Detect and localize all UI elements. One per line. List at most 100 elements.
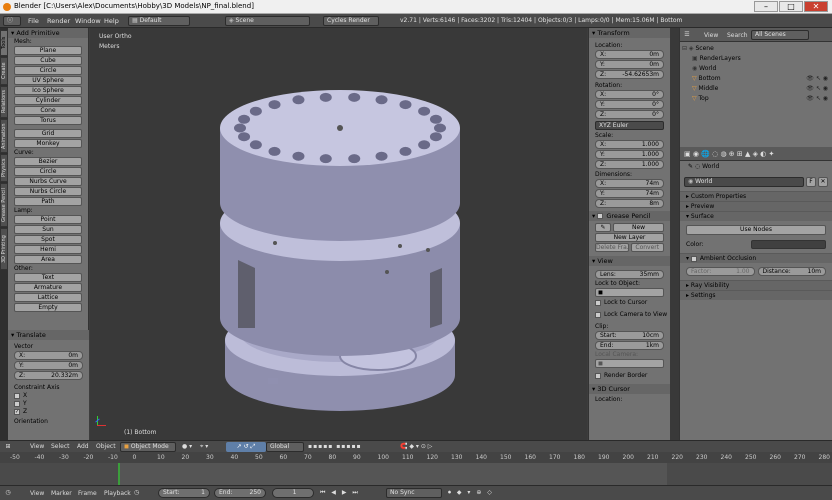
add-curve-button[interactable]: Path (14, 197, 82, 206)
tab-3d-printing[interactable]: 3D Printing (0, 228, 8, 270)
add-primitive-header[interactable]: ▾ Add Primitive (8, 28, 88, 38)
constraint-axis-checkbox[interactable]: ✓ (14, 408, 20, 415)
tab-create[interactable]: Create (0, 57, 8, 85)
playback-controls-icon[interactable]: ⏮ ◀ ▶ ⏭ (320, 489, 360, 497)
end-frame-field[interactable]: End: 250 (214, 488, 266, 498)
surface-header[interactable]: ▾ Surface (680, 211, 832, 221)
menu-view[interactable]: View (30, 443, 44, 450)
outliner-item[interactable]: ▣ RenderLayers (680, 54, 832, 64)
add-lamp-button[interactable]: Sun (14, 225, 82, 234)
custom-properties-header[interactable]: ▸ Custom Properties (680, 191, 832, 201)
add-mesh-button[interactable]: Cylinder (14, 96, 82, 105)
clip-end-field[interactable]: End: 1km (595, 341, 664, 350)
add-other-button[interactable]: Armature (14, 283, 82, 292)
loc-z-field[interactable]: Z: -54.62653m (595, 70, 664, 79)
dim-y-field[interactable]: Y: 74m (595, 189, 664, 198)
ambient-occlusion-header[interactable]: ▾ Ambient Occlusion (680, 253, 832, 263)
pivot-point-icon[interactable]: ⌖ ▾ (200, 443, 208, 451)
outliner-search-menu[interactable]: Search (727, 32, 748, 39)
rotation-mode-selector[interactable]: XYZ Euler (595, 121, 664, 130)
add-mesh-button[interactable]: Cone (14, 106, 82, 115)
fake-user-button[interactable]: F (806, 177, 816, 187)
loc-x-field[interactable]: X: 0m (595, 50, 664, 59)
local-camera-field[interactable]: ◼ (595, 359, 664, 368)
preview-header[interactable]: ▸ Preview (680, 201, 832, 211)
close-button[interactable]: ✕ (804, 1, 828, 12)
add-lamp-button[interactable]: Spot (14, 235, 82, 244)
shading-selector-icon[interactable]: ● ▾ (182, 443, 192, 450)
add-mesh-button[interactable]: Grid (14, 129, 82, 138)
transform-header[interactable]: ▾ Transform (589, 28, 670, 38)
visibility-toggle-icons[interactable]: 👁 ↖ ◉ (806, 74, 828, 84)
lock-cursor-checkbox[interactable] (595, 299, 601, 306)
new-layer-button[interactable]: New Layer (595, 233, 664, 242)
menu-add[interactable]: Add (77, 443, 89, 450)
add-other-button[interactable]: Text (14, 273, 82, 282)
visibility-toggle-icons[interactable]: 👁 ↖ ◉ (806, 94, 828, 104)
add-mesh-button[interactable]: UV Sphere (14, 76, 82, 85)
minimize-button[interactable]: – (754, 1, 778, 12)
layout-selector[interactable]: ▦ Default (128, 16, 190, 26)
lock-camera-checkbox[interactable] (595, 311, 601, 318)
add-curve-button[interactable]: Bezier (14, 157, 82, 166)
scl-x-field[interactable]: X: 1.000 (595, 140, 664, 149)
vector-x-field[interactable]: X: 0m (14, 351, 83, 360)
add-curve-button[interactable]: Nurbs Circle (14, 187, 82, 196)
add-lamp-button[interactable]: Hemi (14, 245, 82, 254)
add-curve-button[interactable]: Nurbs Curve (14, 177, 82, 186)
add-mesh-button[interactable]: Cube (14, 56, 82, 65)
visibility-toggle-icons[interactable]: 👁 ↖ ◉ (806, 84, 828, 94)
manipulator-icons[interactable]: ↗ ↺ ⤢ (226, 442, 266, 452)
ao-distance-field[interactable]: Distance: 10m (757, 267, 826, 276)
menu-file[interactable]: File (28, 17, 39, 25)
tl-menu-playback[interactable]: Playback (104, 490, 131, 497)
outliner-item[interactable]: ◉ World (680, 64, 832, 74)
translate-header[interactable]: ▾ Translate (8, 330, 89, 340)
add-mesh-button[interactable]: Plane (14, 46, 82, 55)
render-engine-selector[interactable]: Cycles Render (323, 16, 379, 26)
sync-mode-selector[interactable]: No Sync (386, 488, 442, 498)
mode-selector[interactable]: ◼ Object Mode (120, 442, 176, 452)
3d-viewport[interactable]: User Ortho Meters (1) Bottom (90, 28, 587, 440)
transform-orientation-selector[interactable]: Global (266, 442, 304, 452)
render-border-row[interactable]: Render Border (589, 372, 670, 380)
tl-menu-marker[interactable]: Marker (51, 490, 72, 497)
new-button[interactable]: New (613, 223, 664, 232)
constraint-axis-checkbox[interactable] (14, 400, 20, 407)
add-curve-button[interactable]: Circle (14, 167, 82, 176)
lock-cursor-row[interactable]: Lock to Cursor (589, 299, 670, 307)
vector-z-field[interactable]: Z: 20.332m (14, 371, 83, 380)
lock-camera-row[interactable]: Lock Camera to View (589, 311, 670, 319)
view3d-editor-icon[interactable]: ⊞ (4, 443, 12, 451)
add-other-button[interactable]: Lattice (14, 293, 82, 302)
outliner-editor-icon[interactable]: ☰ (683, 31, 691, 39)
frame-ruler[interactable]: -50 -40 -30 -20 -10 0 10 20 30 40 50 60 70 80 90 100 110… (0, 453, 832, 463)
tab-tools[interactable]: Tools (0, 30, 8, 56)
settings-header[interactable]: ▸ Settings (680, 290, 832, 300)
dim-z-field[interactable]: Z: 8m (595, 199, 664, 208)
world-color-swatch[interactable] (751, 239, 826, 249)
tl-menu-view[interactable]: View (30, 490, 44, 497)
grease-pencil-checkbox[interactable] (597, 213, 604, 219)
vector-y-field[interactable]: Y: 0m (14, 361, 83, 370)
unlink-button[interactable]: ✕ (818, 177, 828, 187)
add-mesh-button[interactable]: Ico Sphere (14, 86, 82, 95)
rot-z-field[interactable]: Z: 0° (595, 110, 664, 119)
current-frame-field[interactable]: 1 (272, 488, 314, 498)
use-nodes-button[interactable]: Use Nodes (686, 225, 826, 235)
add-mesh-button[interactable]: Monkey (14, 139, 82, 148)
ray-visibility-header[interactable]: ▸ Ray Visibility (680, 280, 832, 290)
properties-context-icons[interactable]: ▣ ◉ 🌐 ◌ ◍ ⊕ ⊞ ▲ ◈ ◐ ✦ (684, 150, 774, 158)
outliner-item[interactable]: ▽ Bottom 👁 ↖ ◉ (680, 74, 832, 84)
preview-range-icon[interactable]: ◷ (134, 489, 139, 496)
delete-frame-button[interactable]: Delete Fra... (595, 243, 629, 252)
scene-selector[interactable]: ◈ Scene (225, 16, 310, 26)
lock-object-field[interactable]: ◼ (595, 288, 664, 297)
dim-x-field[interactable]: X: 74m (595, 179, 664, 188)
maximize-button[interactable]: □ (779, 1, 803, 12)
render-border-checkbox[interactable] (595, 372, 601, 379)
tab-relations[interactable]: Relations (0, 86, 8, 118)
clip-start-field[interactable]: Start: 10cm (595, 331, 664, 340)
view-header[interactable]: ▾ View (589, 256, 670, 266)
outliner-display-selector[interactable]: All Scenes (751, 30, 809, 40)
